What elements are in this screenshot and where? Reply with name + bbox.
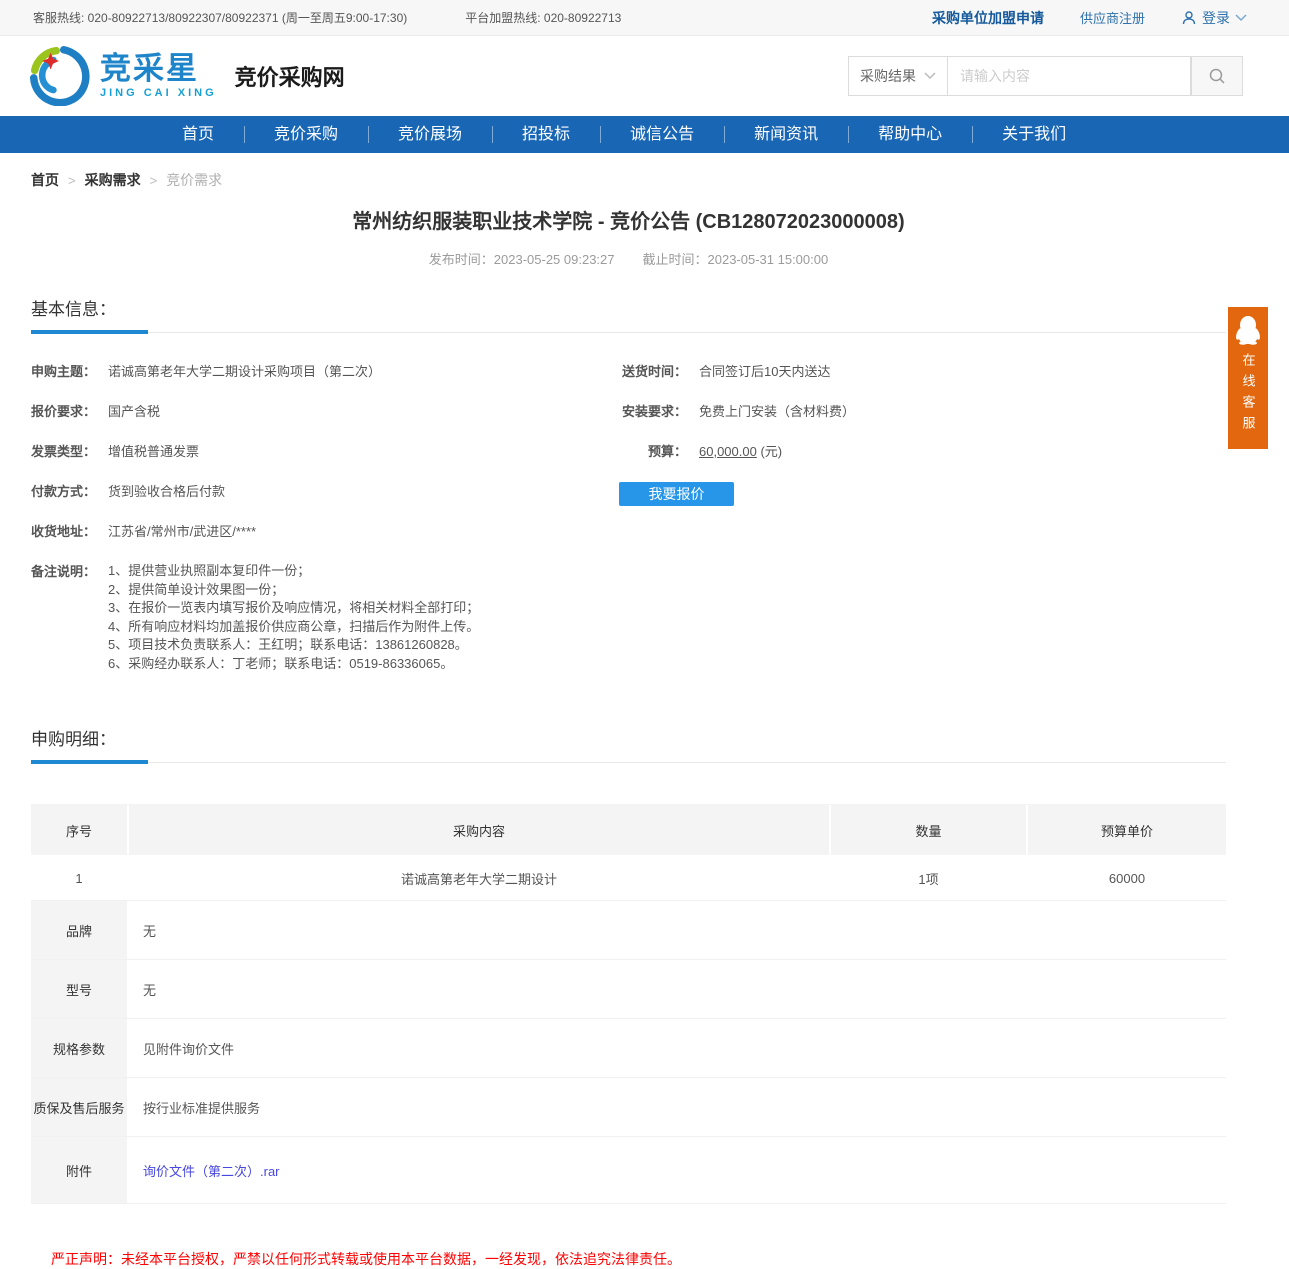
table-row-attachment: 附件 询价文件（第二次）.rar [31, 1137, 1226, 1204]
nav-item-news[interactable]: 新闻资讯 [724, 116, 848, 153]
purchase-detail-title: 申购明细： [31, 725, 1226, 750]
platform-hotline: 平台加盟热线: 020-80922713 [465, 9, 621, 26]
table-row-brand: 品牌 无 [31, 901, 1226, 960]
table-row-model: 型号 无 [31, 960, 1226, 1019]
col-header-content: 采购内容 [129, 805, 829, 855]
budget-unit: (元) [760, 444, 782, 459]
nav-item-about-us[interactable]: 关于我们 [972, 116, 1096, 153]
logo-english-name: JING CAI XING [100, 87, 217, 99]
chevron-down-icon [924, 72, 936, 80]
field-quote-requirement: 报价要求： 国产含税 [31, 402, 619, 422]
section-divider [31, 760, 1226, 764]
quote-button[interactable]: 我要报价 [619, 482, 734, 506]
cell-price: 60000 [1028, 856, 1226, 900]
purchaser-join-link[interactable]: 采购单位加盟申请 [932, 8, 1044, 28]
field-budget: 预算： 60,000.00 (元) [619, 442, 1226, 462]
nav-item-tender[interactable]: 招投标 [492, 116, 600, 153]
logo-chinese-name: 竞采星 [100, 53, 217, 84]
search-icon [1208, 67, 1226, 85]
nav-item-bidding-purchase[interactable]: 竞价采购 [244, 116, 368, 153]
col-header-no: 序号 [31, 805, 127, 855]
remark-line: 5、项目技术负责联系人：王红明；联系电话：13861260828。 [108, 636, 479, 655]
table-header-row: 序号 采购内容 数量 预算单价 [31, 805, 1226, 855]
login-link[interactable]: 登录 [1181, 8, 1247, 28]
table-row-spec: 规格参数 见附件询价文件 [31, 1019, 1226, 1078]
attachment-link[interactable]: 询价文件（第二次）.rar [143, 1161, 280, 1180]
breadcrumb-separator: > [68, 173, 76, 188]
remark-line: 3、在报价一览表内填写报价及响应情况，将相关材料全部打印； [108, 599, 479, 618]
basic-info-section: 基本信息： 申购主题： 诺诚高第老年大学二期设计采购项目（第二次） 报价要求： … [31, 295, 1226, 693]
notice-dates: 发布时间：2023-05-25 09:23:27 截止时间：2023-05-31… [31, 249, 1226, 268]
deadline-time: 截止时间：2023-05-31 15:00:00 [643, 249, 829, 268]
field-delivery-time: 送货时间： 合同签订后10天内送达 [619, 362, 1226, 382]
search-category-value: 采购结果 [860, 66, 916, 86]
breadcrumb-home[interactable]: 首页 [31, 170, 59, 190]
field-remarks: 备注说明： 1、提供营业执照副本复印件一份； 2、提供简单设计效果图一份； 3、… [31, 562, 619, 673]
publish-time: 发布时间：2023-05-25 09:23:27 [429, 249, 615, 268]
logo-link[interactable]: 竞采星 JING CAI XING [30, 46, 217, 106]
remark-line: 4、所有响应材料均加盖报价供应商公章，扫描后作为附件上传。 [108, 618, 479, 637]
user-icon [1181, 10, 1197, 26]
remark-line: 2、提供简单设计效果图一份； [108, 581, 479, 600]
col-header-price: 预算单价 [1028, 805, 1226, 855]
remark-line: 6、采购经办联系人：丁老师；联系电话：0519-86336065。 [108, 655, 479, 674]
col-header-qty: 数量 [831, 805, 1026, 855]
purchase-table: 序号 采购内容 数量 预算单价 1 诺诚高第老年大学二期设计 1项 60000 … [31, 804, 1226, 1204]
main-content: 首页 > 采购需求 > 竞价需求 常州纺织服装职业技术学院 - 竞价公告 (CB… [31, 170, 1226, 1269]
field-purchase-subject: 申购主题： 诺诚高第老年大学二期设计采购项目（第二次） [31, 362, 619, 382]
site-header: 竞采星 JING CAI XING 竞价采购网 采购结果 [0, 36, 1289, 116]
logo-icon [30, 46, 90, 106]
field-install-requirement: 安装要求： 免费上门安装（含材料费） [619, 402, 1226, 422]
nav-item-bidding-hall[interactable]: 竞价展场 [368, 116, 492, 153]
remark-line: 1、提供营业执照副本复印件一份； [108, 562, 479, 581]
breadcrumb: 首页 > 采购需求 > 竞价需求 [31, 170, 1226, 190]
nav-item-integrity-notice[interactable]: 诚信公告 [600, 116, 724, 153]
field-delivery-address: 收货地址： 江苏省/常州市/武进区/**** [31, 522, 619, 542]
online-service-widget[interactable]: 在线客服 [1228, 307, 1268, 449]
budget-amount-link[interactable]: 60,000.00 [699, 444, 757, 459]
login-label: 登录 [1202, 8, 1230, 28]
remarks-lines: 1、提供营业执照副本复印件一份； 2、提供简单设计效果图一份； 3、在报价一览表… [108, 562, 479, 673]
search-button[interactable] [1191, 56, 1243, 96]
field-payment-method: 付款方式： 货到验收合格后付款 [31, 482, 619, 502]
online-service-label: 在线客服 [1239, 353, 1258, 437]
table-row-warranty: 质保及售后服务 按行业标准提供服务 [31, 1078, 1226, 1137]
breadcrumb-purchase-demand[interactable]: 采购需求 [85, 170, 141, 190]
breadcrumb-current: 竞价需求 [166, 170, 222, 190]
legal-statement: 严正声明：未经本平台授权，严禁以任何形式转载或使用本平台数据，一经发现，依法追究… [51, 1249, 1226, 1269]
search-input[interactable] [948, 56, 1191, 96]
notice-title: 常州纺织服装职业技术学院 - 竞价公告 (CB128072023000008) [31, 205, 1226, 234]
topbar: 客服热线: 020-80922713/80922307/80922371 (周一… [0, 0, 1289, 36]
cell-qty: 1项 [831, 856, 1026, 900]
service-hotline: 客服热线: 020-80922713/80922307/80922371 (周一… [33, 9, 407, 26]
qq-penguin-icon [1228, 315, 1268, 345]
cell-content: 诺诚高第老年大学二期设计 [129, 856, 829, 900]
search-category-select[interactable]: 采购结果 [848, 56, 948, 96]
section-divider [31, 330, 1226, 334]
nav-item-help-center[interactable]: 帮助中心 [848, 116, 972, 153]
breadcrumb-separator: > [150, 173, 158, 188]
purchase-detail-section: 申购明细： 序号 采购内容 数量 预算单价 1 诺诚高第老年大学二期设计 1项 … [31, 725, 1226, 1204]
table-row: 1 诺诚高第老年大学二期设计 1项 60000 [31, 856, 1226, 901]
cell-no: 1 [31, 856, 127, 900]
field-invoice-type: 发票类型： 增值税普通发票 [31, 442, 619, 462]
supplier-register-link[interactable]: 供应商注册 [1080, 8, 1145, 27]
main-nav: 首页 竞价采购 竞价展场 招投标 诚信公告 新闻资讯 帮助中心 关于我们 [0, 116, 1289, 153]
nav-item-home[interactable]: 首页 [152, 116, 244, 153]
search-bar: 采购结果 [848, 56, 1243, 96]
basic-info-title: 基本信息： [31, 295, 1226, 320]
site-name: 竞价采购网 [235, 60, 345, 92]
chevron-down-icon [1235, 14, 1247, 22]
